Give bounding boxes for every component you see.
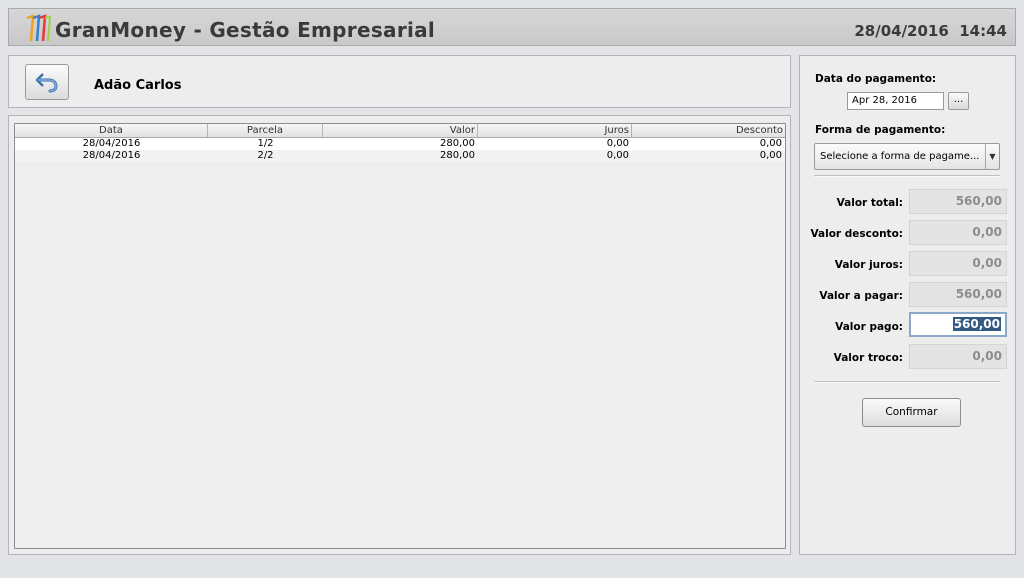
valor-troco-label: Valor troco: (833, 352, 903, 364)
client-bar: Adão Carlos (8, 55, 791, 108)
cell-data: 28/04/2016 (82, 150, 141, 161)
valor-pago-input[interactable]: 560,00 (909, 312, 1007, 337)
app-header: GranMoney - Gestão Empresarial 28/04/201… (8, 8, 1016, 46)
valor-a-pagar-field: 560,00 (909, 282, 1007, 307)
dropdown-arrow-icon[interactable]: ▼ (985, 144, 999, 169)
table-row[interactable]: 28/04/2016 1/2 280,00 0,00 0,00 (15, 138, 785, 150)
header-datetime: 28/04/2016 14:44 (854, 22, 1007, 40)
valor-a-pagar-label: Valor a pagar: (819, 290, 903, 302)
column-header-valor[interactable]: Valor (323, 124, 478, 137)
back-button[interactable] (25, 64, 69, 100)
column-header-data[interactable]: Data (15, 124, 208, 137)
column-header-parcela[interactable]: Parcela (208, 124, 323, 137)
cell-juros: 0,00 (606, 150, 629, 161)
back-arrow-icon (35, 73, 58, 93)
column-header-desconto[interactable]: Desconto (632, 124, 785, 137)
client-name: Adão Carlos (94, 78, 182, 93)
valor-pago-label: Valor pago: (835, 321, 903, 333)
valor-troco-field: 0,00 (909, 344, 1007, 369)
valor-total-label: Valor total: (836, 197, 903, 209)
valor-pago-selected-text: 560,00 (952, 317, 1001, 331)
payment-method-label: Forma de pagamento: (815, 124, 946, 136)
table-header: Data Parcela Valor Juros Desconto (15, 124, 785, 138)
table-row[interactable]: 28/04/2016 2/2 280,00 0,00 0,00 (15, 150, 785, 162)
cell-valor: 280,00 (440, 138, 475, 149)
installments-table: Data Parcela Valor Juros Desconto 28/04/… (14, 123, 786, 549)
date-picker-button[interactable]: ... (948, 92, 969, 110)
cell-valor: 280,00 (440, 150, 475, 161)
installments-panel: Data Parcela Valor Juros Desconto 28/04/… (8, 115, 791, 555)
valor-total-field: 560,00 (909, 189, 1007, 214)
valor-desconto-field: 0,00 (909, 220, 1007, 245)
cell-parcela: 2/2 (257, 150, 274, 161)
app-title: GranMoney - Gestão Empresarial (55, 18, 436, 42)
granmoney-logo-icon (26, 14, 51, 42)
divider (814, 175, 1000, 177)
valor-desconto-label: Valor desconto: (810, 228, 903, 240)
divider (814, 381, 1000, 383)
payment-date-label: Data do pagamento: (815, 73, 937, 85)
confirm-button[interactable]: Confirmar (862, 398, 961, 427)
valor-juros-label: Valor juros: (834, 259, 903, 271)
cell-juros: 0,00 (606, 138, 629, 149)
payment-panel: Data do pagamento: Apr 28, 2016 ... Form… (799, 55, 1016, 555)
valor-juros-field: 0,00 (909, 251, 1007, 276)
payment-date-field[interactable]: Apr 28, 2016 (847, 92, 944, 110)
payment-method-select[interactable]: Selecione a forma de pagame... ▼ (814, 143, 1000, 170)
column-header-juros[interactable]: Juros (478, 124, 632, 137)
cell-desconto: 0,00 (759, 138, 782, 149)
payment-method-value: Selecione a forma de pagame... (820, 151, 980, 162)
cell-parcela: 1/2 (257, 138, 274, 149)
cell-data: 28/04/2016 (82, 138, 141, 149)
cell-desconto: 0,00 (759, 150, 782, 161)
